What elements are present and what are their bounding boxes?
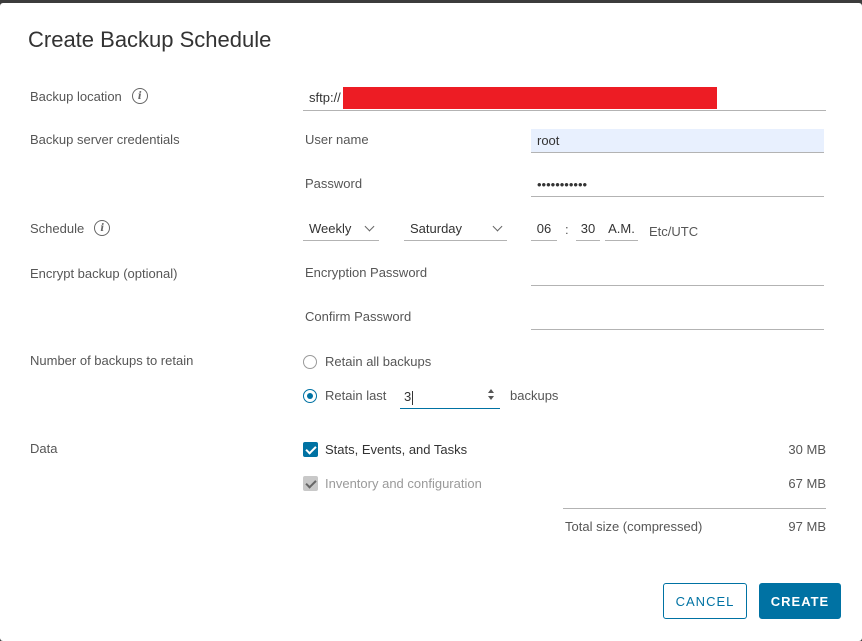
create-backup-schedule-dialog: Create Backup Schedule Backup location i… bbox=[0, 3, 862, 641]
schedule-label-text: Schedule bbox=[30, 220, 85, 236]
increment-icon[interactable] bbox=[488, 389, 494, 393]
frequency-select[interactable]: Weekly bbox=[303, 217, 379, 241]
info-icon[interactable]: i bbox=[94, 220, 111, 236]
total-divider bbox=[563, 508, 826, 509]
total-size-label: Total size (compressed) bbox=[565, 519, 703, 534]
confirm-password-input[interactable] bbox=[531, 306, 824, 330]
username-label: User name bbox=[305, 132, 369, 147]
hour-input[interactable]: 06 bbox=[531, 217, 557, 241]
stats-events-tasks-checkbox[interactable] bbox=[303, 442, 318, 457]
encrypt-label: Encrypt backup (optional) bbox=[30, 266, 178, 281]
minute-input[interactable]: 30 bbox=[576, 217, 600, 241]
stats-events-tasks-size: 30 MB bbox=[788, 442, 826, 457]
encryption-password-label: Encryption Password bbox=[305, 265, 428, 280]
create-button[interactable]: CREATE bbox=[759, 583, 841, 619]
spin-buttons[interactable] bbox=[488, 389, 494, 400]
encryption-password-input[interactable] bbox=[531, 262, 824, 286]
inventory-config-size: 67 MB bbox=[788, 476, 826, 491]
retain-count-value: 3 bbox=[404, 389, 412, 404]
redacted-location bbox=[342, 86, 717, 109]
day-value: Saturday bbox=[410, 221, 463, 236]
dialog-title: Create Backup Schedule bbox=[28, 27, 272, 52]
checkmark-icon bbox=[305, 477, 317, 489]
time-separator: : bbox=[565, 222, 569, 237]
retain-suffix: backups bbox=[510, 388, 559, 403]
credentials-label: Backup server credentials bbox=[30, 132, 180, 147]
day-select[interactable]: Saturday bbox=[404, 217, 507, 241]
ampm-select[interactable]: A.M. bbox=[605, 217, 638, 241]
retain-count-stepper[interactable]: 3 bbox=[400, 385, 500, 409]
decrement-icon[interactable] bbox=[488, 396, 494, 400]
retain-all-label[interactable]: Retain all backups bbox=[325, 354, 431, 369]
password-value: ••••••••••• bbox=[537, 177, 588, 192]
total-size-value: 97 MB bbox=[788, 519, 826, 534]
data-label: Data bbox=[30, 441, 58, 456]
frequency-value: Weekly bbox=[309, 221, 352, 236]
stats-events-tasks-label: Stats, Events, and Tasks bbox=[325, 442, 468, 457]
timezone-label: Etc/UTC bbox=[649, 224, 699, 239]
inventory-config-label: Inventory and configuration bbox=[325, 476, 482, 491]
backup-location-label: Backup location i bbox=[30, 88, 148, 104]
retain-label: Number of backups to retain bbox=[30, 353, 194, 368]
confirm-password-label: Confirm Password bbox=[305, 309, 412, 324]
retain-last-label[interactable]: Retain last bbox=[325, 388, 386, 403]
backup-location-input[interactable]: sftp:// bbox=[303, 85, 826, 111]
username-input[interactable]: root bbox=[531, 129, 824, 153]
backup-location-label-text: Backup location bbox=[30, 88, 122, 104]
info-icon[interactable]: i bbox=[131, 88, 148, 104]
text-cursor bbox=[412, 390, 414, 405]
retain-last-radio[interactable] bbox=[303, 389, 317, 403]
checkmark-icon bbox=[305, 443, 317, 455]
cancel-button[interactable]: CANCEL bbox=[663, 583, 747, 619]
password-label: Password bbox=[305, 176, 363, 191]
username-value: root bbox=[537, 133, 560, 148]
schedule-label: Schedule i bbox=[30, 220, 111, 236]
retain-all-radio[interactable] bbox=[303, 355, 317, 369]
chevron-down-icon bbox=[364, 221, 375, 232]
chevron-down-icon bbox=[492, 221, 503, 232]
password-input[interactable]: ••••••••••• bbox=[531, 173, 824, 197]
backup-location-prefix: sftp:// bbox=[309, 90, 341, 105]
inventory-config-checkbox bbox=[303, 476, 318, 491]
